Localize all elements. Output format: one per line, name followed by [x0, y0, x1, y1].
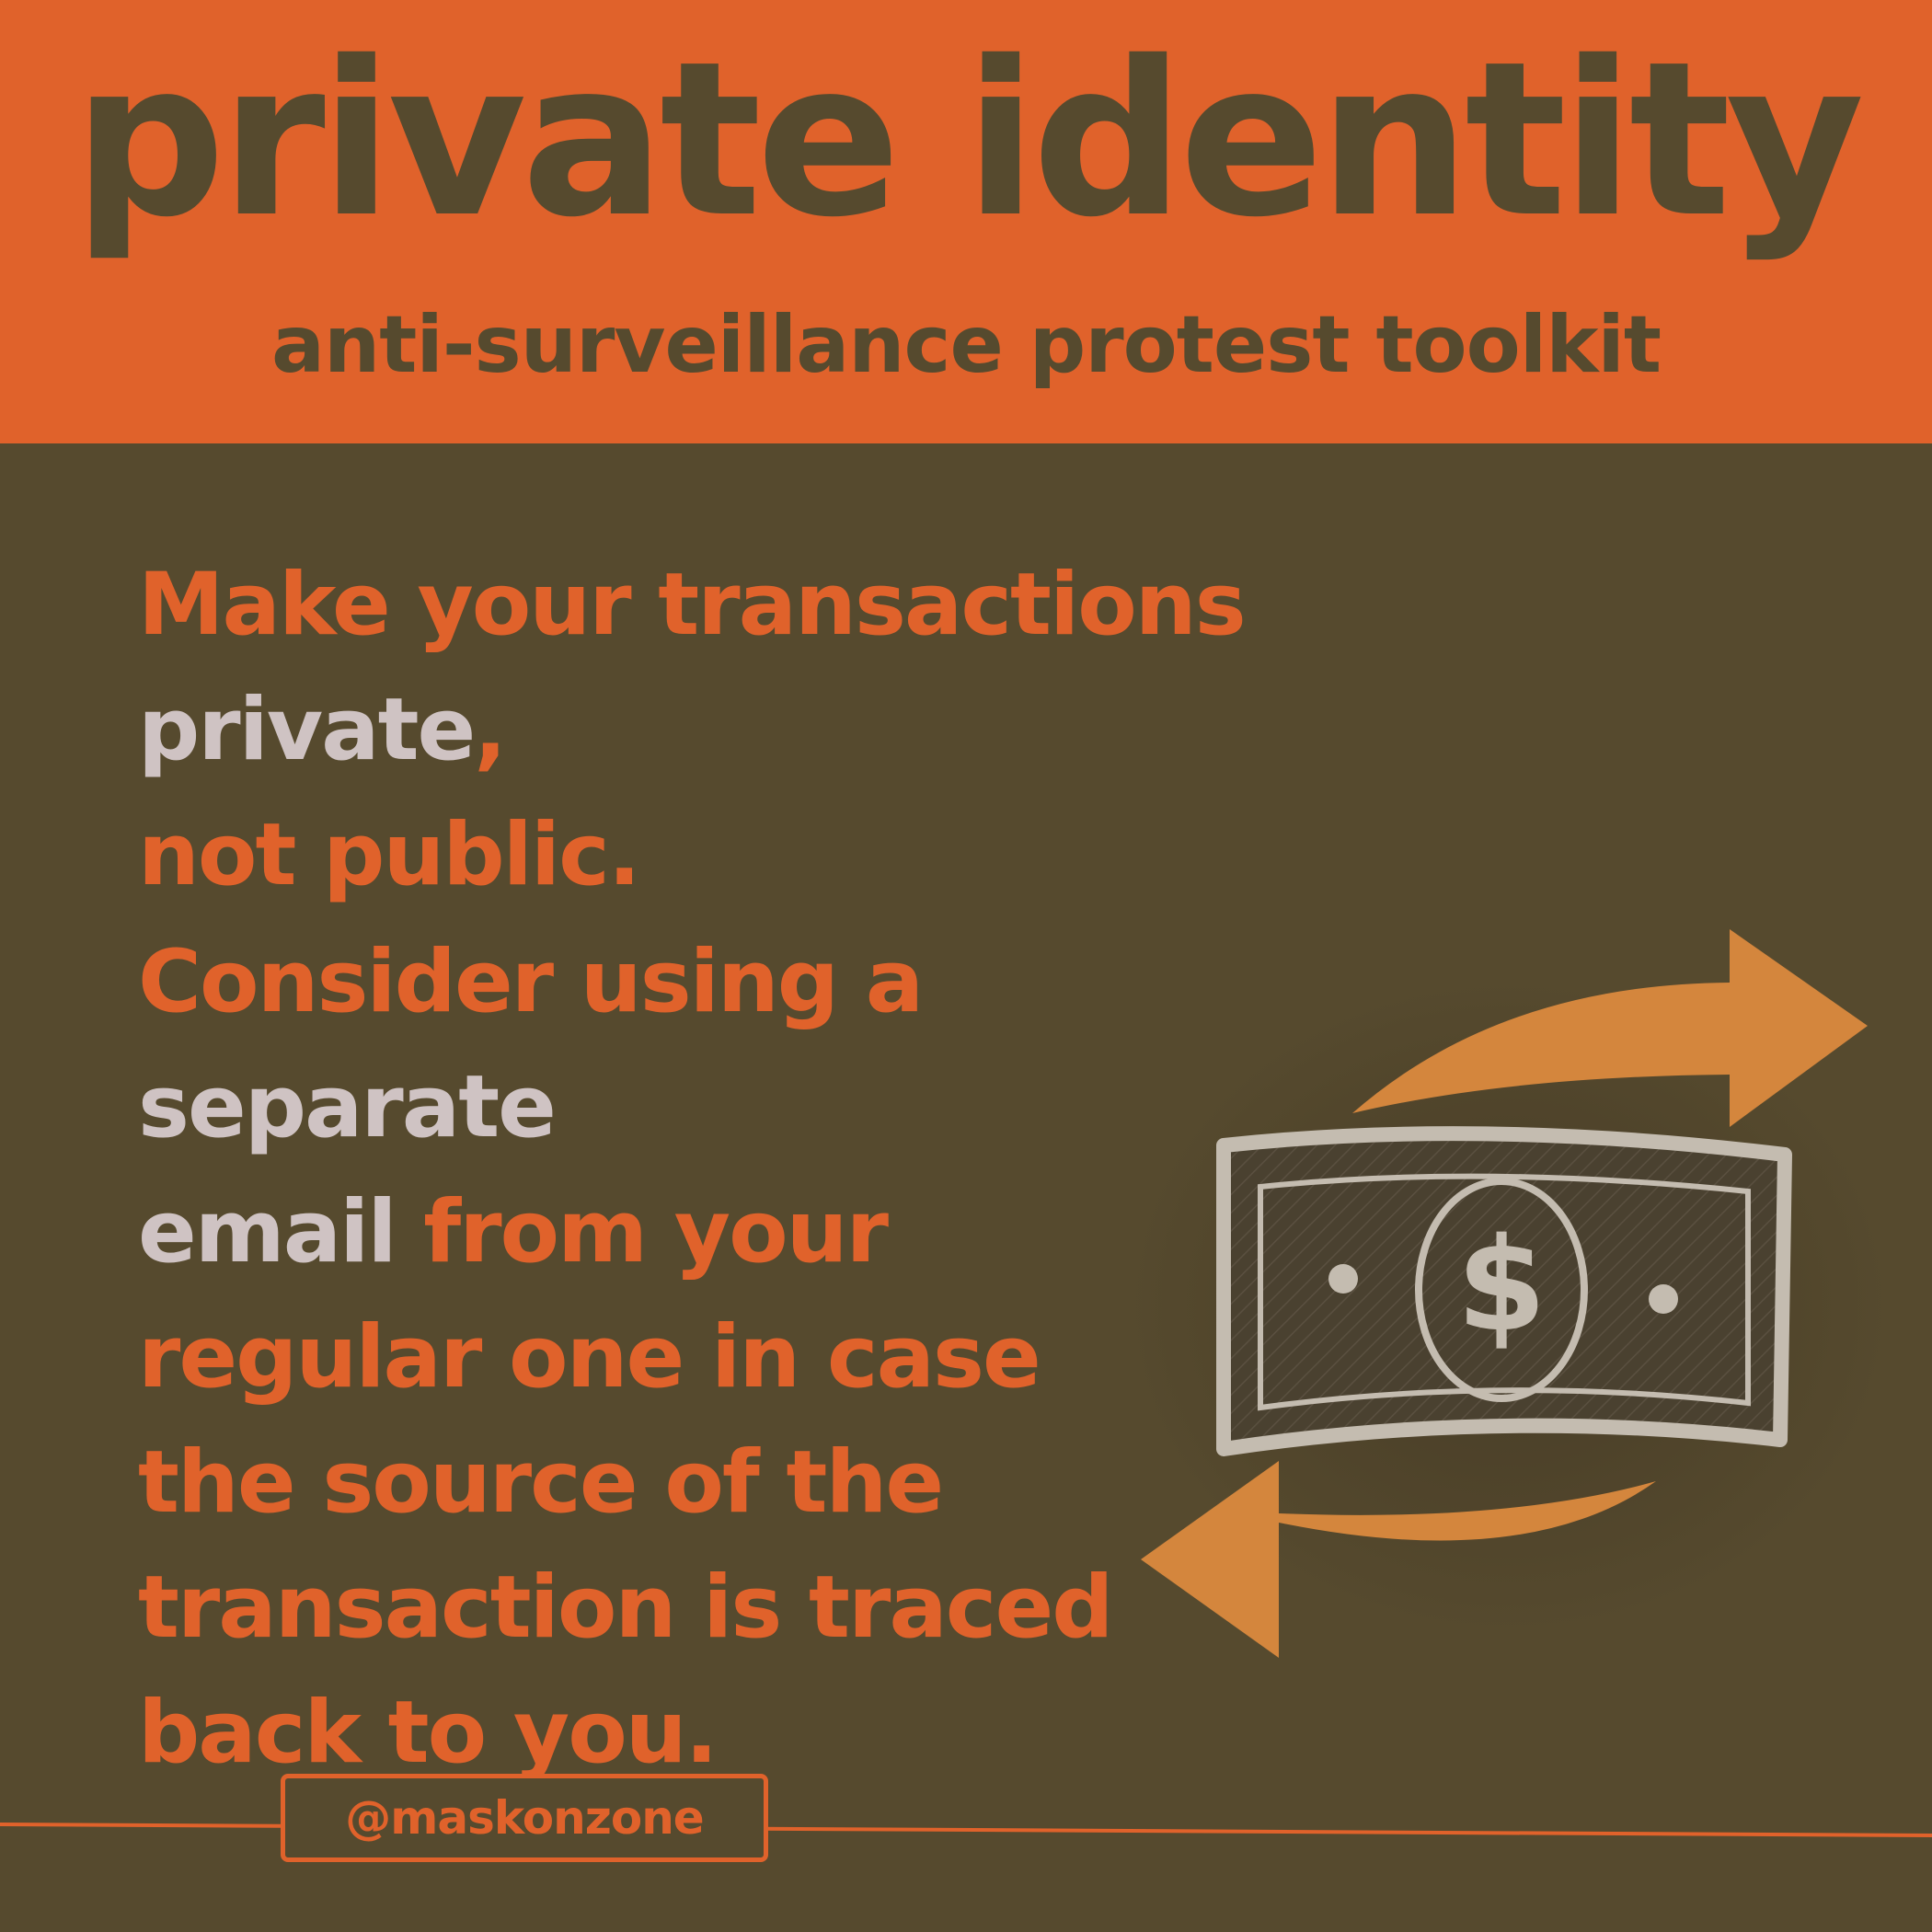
p2-text-1: Consider using a — [138, 932, 924, 1032]
social-handle: @maskonzone — [345, 1791, 704, 1845]
p2-line-6: back to you. — [138, 1683, 718, 1783]
p1-text-1: Make your transactions — [138, 555, 1247, 655]
p1-highlight-private: private — [138, 680, 476, 780]
p1-text-3: not public. — [138, 805, 641, 905]
p2-line-3: regular one in case — [138, 1307, 1041, 1408]
p2-highlight-separate: separate — [138, 1057, 557, 1157]
p2-highlight-email: email — [138, 1182, 397, 1282]
p1-text-2: , — [474, 680, 507, 780]
paragraph-transactions: Make your transactions private, not publ… — [138, 543, 1610, 918]
page-subtitle: anti-surveillance protest toolkit — [271, 299, 1662, 391]
page-title: private identity — [73, 16, 1864, 264]
p2-text-2: from your — [395, 1182, 889, 1282]
handle-badge: @maskonzone — [281, 1774, 768, 1862]
dollar-sign-icon: $ — [1456, 1211, 1546, 1361]
header-banner: private identity anti-surveillance prote… — [0, 0, 1932, 443]
p2-line-4: the source of the — [138, 1432, 944, 1533]
money-exchange-icon: $ — [1113, 911, 1895, 1702]
p2-line-5: transaction is traced — [138, 1558, 1114, 1658]
